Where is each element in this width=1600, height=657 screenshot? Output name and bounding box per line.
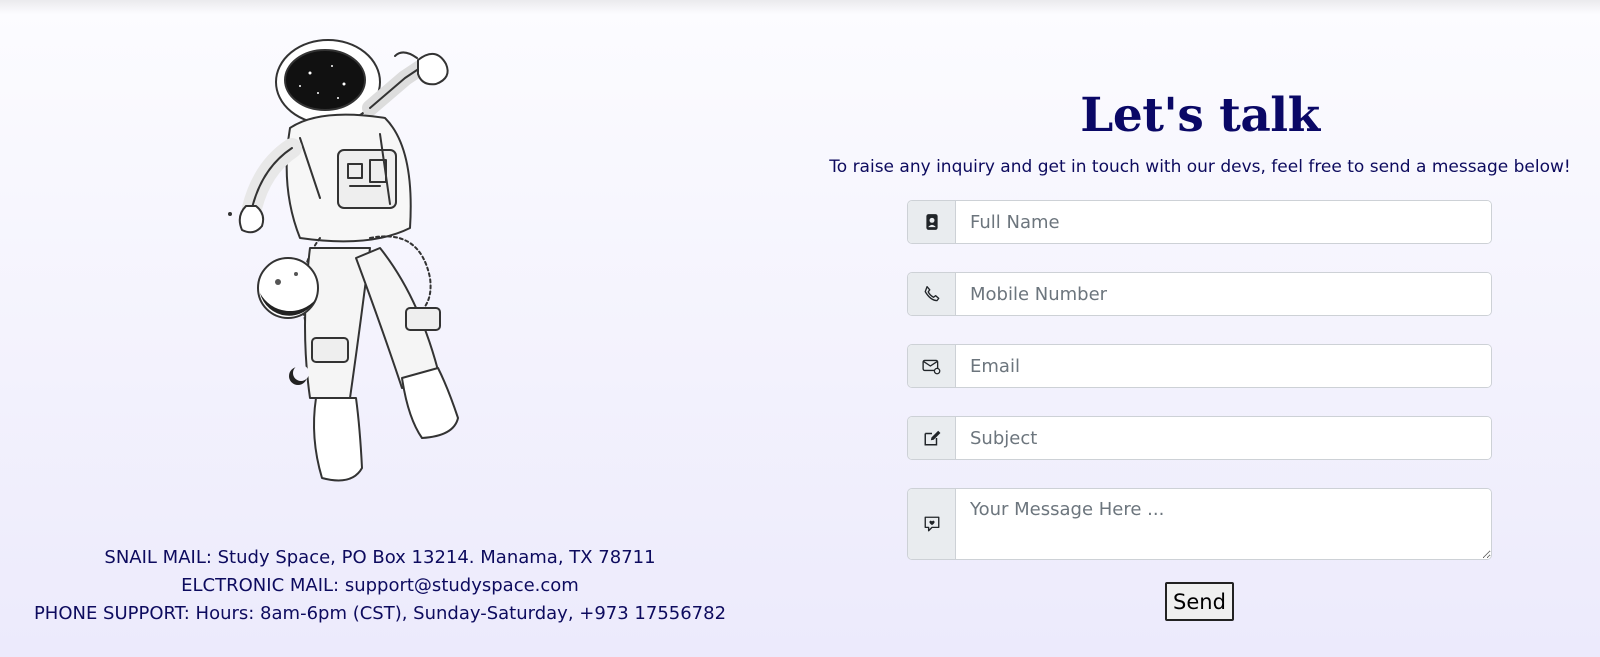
envelope-at-icon [908, 345, 956, 387]
full-name-field [907, 200, 1492, 244]
send-button[interactable]: Send [1165, 582, 1234, 621]
subject-field [907, 416, 1492, 460]
page-title: Let's talk [1080, 88, 1320, 143]
mobile-number-input[interactable] [956, 273, 1491, 315]
contact-form-column: Let's talk To raise any inquiry and get … [800, 0, 1600, 657]
subject-input[interactable] [956, 417, 1491, 459]
snail-mail-text: SNAIL MAIL: Study Space, PO Box 13214. M… [104, 547, 656, 568]
phone-icon [908, 273, 956, 315]
full-name-input[interactable] [956, 201, 1491, 243]
contact-details: SNAIL MAIL: Study Space, PO Box 13214. M… [0, 544, 760, 628]
phone-support-text: PHONE SUPPORT: Hours: 8am-6pm (CST), Sun… [33, 603, 727, 624]
person-card-icon [908, 201, 956, 243]
message-textarea[interactable] [956, 489, 1491, 559]
pencil-square-icon [908, 417, 956, 459]
electronic-mail-text: ELCTRONIC MAIL: support@studyspace.com [181, 575, 579, 596]
astronaut-illustration [228, 39, 459, 482]
mobile-number-field [907, 272, 1492, 316]
chat-heart-icon [908, 489, 956, 559]
email-input[interactable] [956, 345, 1491, 387]
illustration-column: SNAIL MAIL: Study Space, PO Box 13214. M… [0, 0, 760, 657]
message-field [907, 488, 1492, 560]
email-field [907, 344, 1492, 388]
page-subtitle: To raise any inquiry and get in touch wi… [829, 157, 1571, 177]
